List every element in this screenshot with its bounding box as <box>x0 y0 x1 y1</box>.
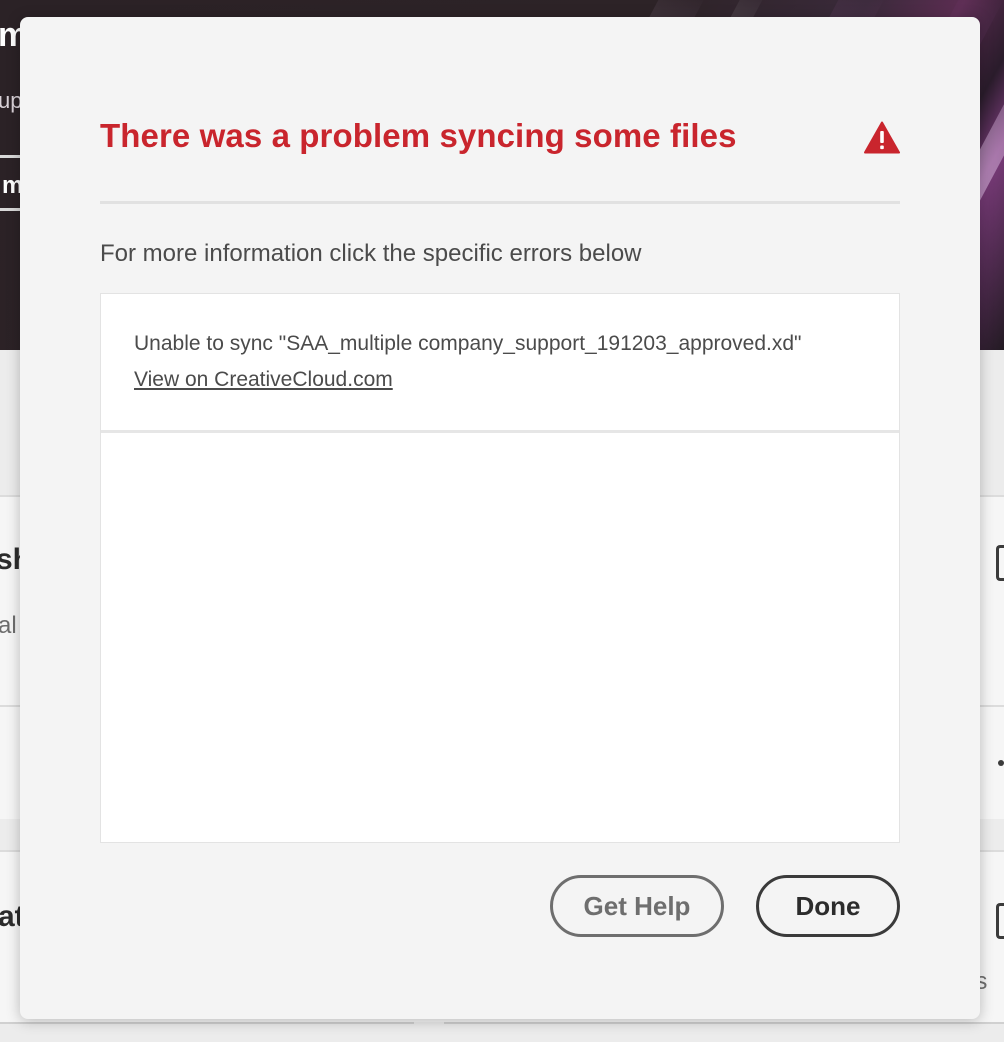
more-icon[interactable] <box>998 760 1004 766</box>
dialog-title: There was a problem syncing some files <box>100 117 737 154</box>
done-button[interactable]: Done <box>756 875 900 937</box>
device-icon <box>996 903 1004 939</box>
alert-triangle-icon <box>864 121 900 154</box>
app-window: m up m sh al g at es There was a problem… <box>0 0 1004 1042</box>
device-icon <box>996 545 1004 581</box>
dialog-description: For more information click the specific … <box>100 240 642 267</box>
view-on-creativecloud-link[interactable]: View on CreativeCloud.com <box>134 368 393 392</box>
error-list: Unable to sync "SAA_multiple company_sup… <box>100 293 900 843</box>
dialog-header: There was a problem syncing some files <box>100 109 900 204</box>
get-help-button[interactable]: Get Help <box>550 875 724 937</box>
error-message: Unable to sync "SAA_multiple company_sup… <box>134 332 802 355</box>
background-divider <box>444 1022 1004 1024</box>
error-list-item[interactable]: Unable to sync "SAA_multiple company_sup… <box>101 294 899 433</box>
background-divider <box>0 1022 414 1024</box>
sync-error-dialog: There was a problem syncing some files F… <box>20 17 980 1019</box>
